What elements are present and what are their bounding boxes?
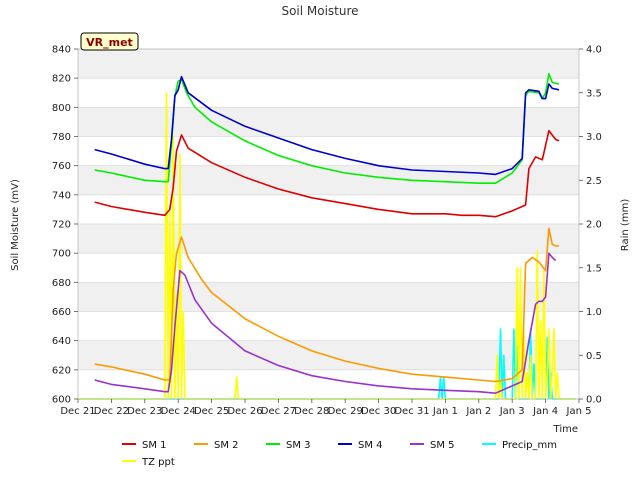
y2-tick-label: 3.0 <box>586 132 602 143</box>
x-tick-label: Jan 2 <box>465 406 491 417</box>
grid-band <box>78 78 579 108</box>
y-tick-label: 820 <box>52 74 71 85</box>
grid-band <box>78 194 579 224</box>
legend-label-sm-3: SM 3 <box>286 440 311 451</box>
grid-band <box>78 49 579 79</box>
chart-title: Soil Moisture <box>281 4 358 18</box>
y-tick-label: 740 <box>52 190 71 201</box>
legend-label-precip-mm: Precip_mm <box>502 440 557 451</box>
x-tick-label: Jan 5 <box>566 406 592 417</box>
x-tick-label: Jan 4 <box>532 406 558 417</box>
grid-band <box>78 282 579 312</box>
y-tick-label: 600 <box>52 395 71 406</box>
legend-label-tz-ppt: TZ ppt <box>141 457 175 468</box>
x-tick-label: Dec 29 <box>328 406 363 417</box>
y-tick-label: 700 <box>52 249 71 260</box>
y-axis-label: Soil Moisture (mV) <box>10 179 21 271</box>
y-tick-label: 800 <box>52 103 71 114</box>
legend-label-sm-5: SM 5 <box>430 440 455 451</box>
x-tick-label: Dec 25 <box>194 406 229 417</box>
grid-band <box>78 136 579 166</box>
y2-tick-label: 2.5 <box>586 176 602 187</box>
station-badge-text: VR_met <box>86 36 133 49</box>
grid-band <box>78 107 579 137</box>
y2-axis-label: Rain (mm) <box>620 199 631 252</box>
y-tick-label: 780 <box>52 132 71 143</box>
chart: Soil Moisture Dec 21Dec 22Dec 23Dec 24De… <box>10 4 631 468</box>
x-tick-label: Jan 1 <box>432 406 458 417</box>
x-axis-label: Time <box>553 424 578 435</box>
legend-label-sm-2: SM 2 <box>214 440 239 451</box>
y-tick-label: 680 <box>52 278 71 289</box>
legend: SM 1 SM 2 SM 3 SM 4 SM 5 Precip_mm TZ ppt <box>122 440 557 468</box>
y-axis-ticks: 600 620 640 660 680 700 720 740 760 780 800 820 840 <box>52 45 78 406</box>
x-tick-label: Dec 28 <box>294 406 329 417</box>
y-tick-label: 720 <box>52 220 71 231</box>
x-axis-ticks: Dec 21Dec 22Dec 23Dec 24Dec 25Dec 26Dec … <box>60 399 591 417</box>
y2-tick-label: 1.0 <box>586 307 602 318</box>
y2-tick-label: 1.5 <box>586 263 602 274</box>
x-tick-label: Dec 31 <box>394 406 429 417</box>
legend-label-sm-1: SM 1 <box>142 440 167 451</box>
x-tick-label: Dec 26 <box>227 406 262 417</box>
y-tick-label: 660 <box>52 307 71 318</box>
x-tick-label: Dec 22 <box>94 406 129 417</box>
grid-band <box>78 311 579 341</box>
y-tick-label: 620 <box>52 365 71 376</box>
y-tick-label: 760 <box>52 161 71 172</box>
station-badge: VR_met <box>80 32 139 51</box>
y2-tick-label: 4.0 <box>586 45 602 56</box>
y-tick-label: 640 <box>52 336 71 347</box>
grid-band <box>78 224 579 254</box>
y2-tick-label: 2.0 <box>586 220 602 231</box>
y2-tick-label: 0.0 <box>586 395 602 406</box>
legend-label-sm-4: SM 4 <box>358 440 383 451</box>
y2-axis-ticks: 0.0 0.5 1.0 1.5 2.0 2.5 3.0 3.5 4.0 <box>579 45 602 406</box>
x-tick-label: Dec 24 <box>161 406 196 417</box>
y-tick-label: 840 <box>52 45 71 56</box>
y2-tick-label: 3.5 <box>586 88 602 99</box>
grid-band <box>78 253 579 283</box>
y2-tick-label: 0.5 <box>586 351 602 362</box>
x-tick-label: Dec 30 <box>361 406 396 417</box>
x-tick-label: Dec 23 <box>127 406 162 417</box>
x-tick-label: Dec 21 <box>60 406 95 417</box>
x-tick-label: Dec 27 <box>261 406 296 417</box>
x-tick-label: Jan 3 <box>499 406 525 417</box>
